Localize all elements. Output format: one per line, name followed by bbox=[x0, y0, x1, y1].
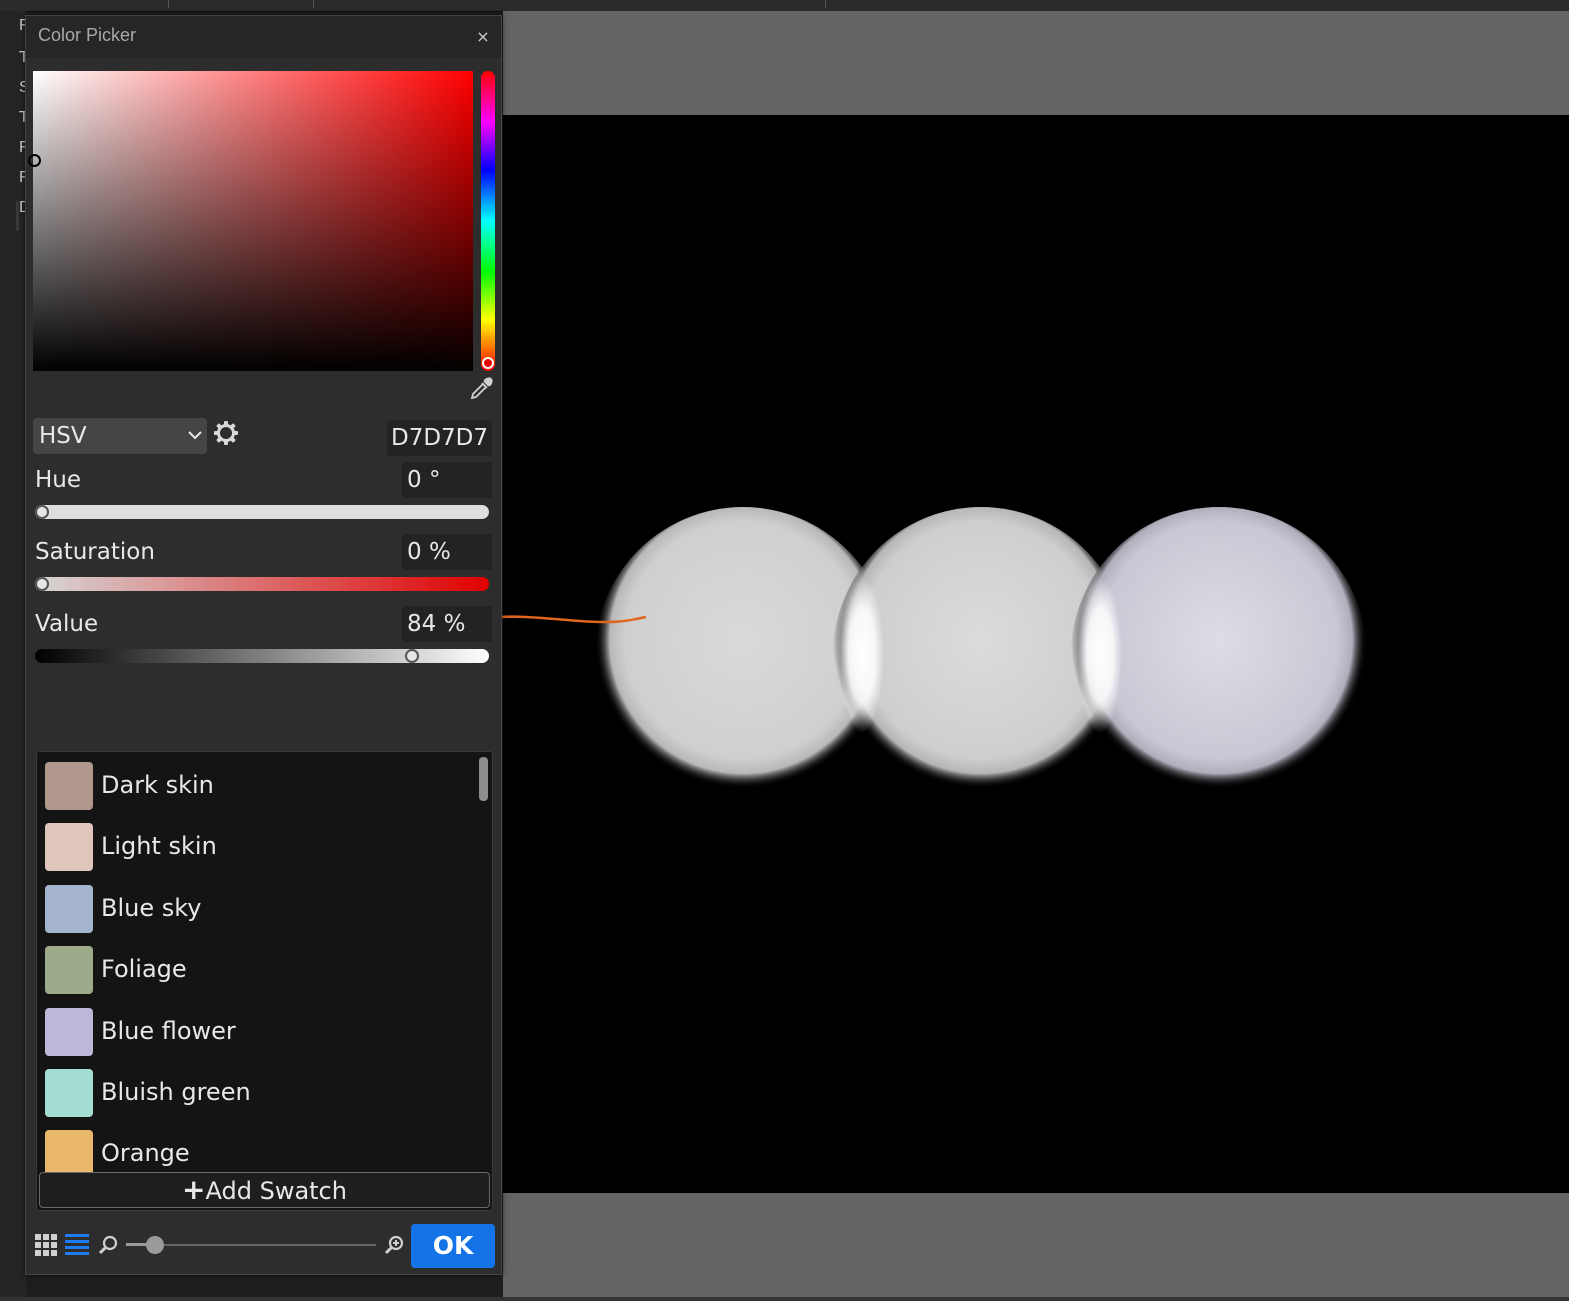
color-mode-select[interactable]: HSV bbox=[33, 418, 207, 454]
swatch-label: Foliage bbox=[101, 955, 187, 983]
swatch-label: Orange bbox=[101, 1139, 190, 1167]
swatch-color bbox=[45, 946, 93, 994]
ok-button[interactable]: OK bbox=[411, 1224, 495, 1268]
saturation-value-square[interactable] bbox=[28, 71, 473, 371]
zoom-in-icon[interactable] bbox=[383, 1234, 405, 1256]
swatch-label: Light skin bbox=[101, 832, 217, 860]
brush-stroke-preview bbox=[595, 507, 1367, 803]
swatch-item[interactable]: Dark skin bbox=[45, 762, 465, 812]
hue-strip[interactable] bbox=[481, 71, 495, 371]
toolbar-divider bbox=[825, 0, 826, 8]
swatch-label: Blue sky bbox=[101, 894, 202, 922]
value-slider-knob[interactable] bbox=[404, 649, 419, 663]
saturation-input[interactable]: 0 % bbox=[402, 534, 492, 570]
swatch-item[interactable]: Light skin bbox=[45, 823, 465, 873]
swatch-list[interactable]: Dark skin Light skin Blue sky Foliage Bl… bbox=[36, 751, 493, 1211]
grid-icon[interactable] bbox=[34, 1233, 58, 1257]
swatch-label: Blue flower bbox=[101, 1017, 236, 1045]
swatch-color bbox=[45, 762, 93, 810]
sv-marker[interactable] bbox=[28, 154, 41, 167]
zoom-slider-knob[interactable] bbox=[146, 1236, 164, 1254]
swatch-item[interactable]: Foliage bbox=[45, 946, 465, 996]
value-slider[interactable] bbox=[35, 649, 489, 663]
chevron-down-icon bbox=[187, 427, 203, 443]
canvas-viewport[interactable] bbox=[503, 115, 1569, 1193]
stroke-line bbox=[485, 615, 647, 624]
hue-input[interactable]: 0 ° bbox=[402, 462, 492, 498]
hue-slider-knob[interactable] bbox=[35, 505, 49, 519]
list-icon[interactable] bbox=[65, 1233, 89, 1257]
saturation-slider-knob[interactable] bbox=[35, 577, 49, 591]
color-mode-value: HSV bbox=[39, 423, 87, 449]
dialog-title-bar[interactable]: Color Picker × bbox=[26, 16, 501, 58]
swatch-color bbox=[45, 1130, 93, 1178]
hue-label: Hue bbox=[35, 467, 82, 493]
hex-input[interactable]: D7D7D7 bbox=[387, 420, 492, 456]
swatch-item[interactable]: Blue flower bbox=[45, 1008, 465, 1058]
swatch-color bbox=[45, 1069, 93, 1117]
toolbar-divider bbox=[168, 0, 169, 8]
dab-overlap-highlight bbox=[840, 577, 884, 733]
eyedropper-icon[interactable] bbox=[468, 376, 494, 402]
toolbar-divider bbox=[313, 0, 314, 8]
saturation-label: Saturation bbox=[35, 539, 155, 565]
left-panel: F T S T F F D bbox=[0, 11, 27, 1301]
swatch-label: Bluish green bbox=[101, 1078, 251, 1106]
swatch-item[interactable]: Bluish green bbox=[45, 1069, 465, 1119]
color-picker-dialog: Color Picker × HSV D7D7D7 Hue 0 ° Satura… bbox=[25, 15, 502, 1275]
close-button[interactable]: × bbox=[473, 26, 493, 48]
swatch-color bbox=[45, 1008, 93, 1056]
dab-overlap-highlight bbox=[1078, 577, 1122, 733]
value-label: Value bbox=[35, 611, 99, 637]
status-bar bbox=[0, 1297, 1569, 1301]
swatch-color bbox=[45, 885, 93, 933]
zoom-out-icon[interactable] bbox=[97, 1234, 119, 1256]
swatch-color bbox=[45, 823, 93, 871]
plus-icon: + bbox=[182, 1173, 206, 1206]
dialog-title: Color Picker bbox=[38, 25, 137, 45]
saturation-slider[interactable] bbox=[35, 577, 489, 591]
swatch-item[interactable]: Blue sky bbox=[45, 885, 465, 935]
hue-slider[interactable] bbox=[35, 505, 489, 519]
value-input[interactable]: 84 % bbox=[402, 606, 492, 642]
add-swatch-label: Add Swatch bbox=[205, 1177, 347, 1205]
add-swatch-button[interactable]: +Add Swatch bbox=[39, 1172, 490, 1208]
swatch-scrollbar[interactable] bbox=[479, 757, 488, 801]
swatch-label: Dark skin bbox=[101, 771, 214, 799]
hue-strip-knob[interactable] bbox=[482, 357, 494, 369]
gear-icon[interactable] bbox=[213, 420, 239, 446]
